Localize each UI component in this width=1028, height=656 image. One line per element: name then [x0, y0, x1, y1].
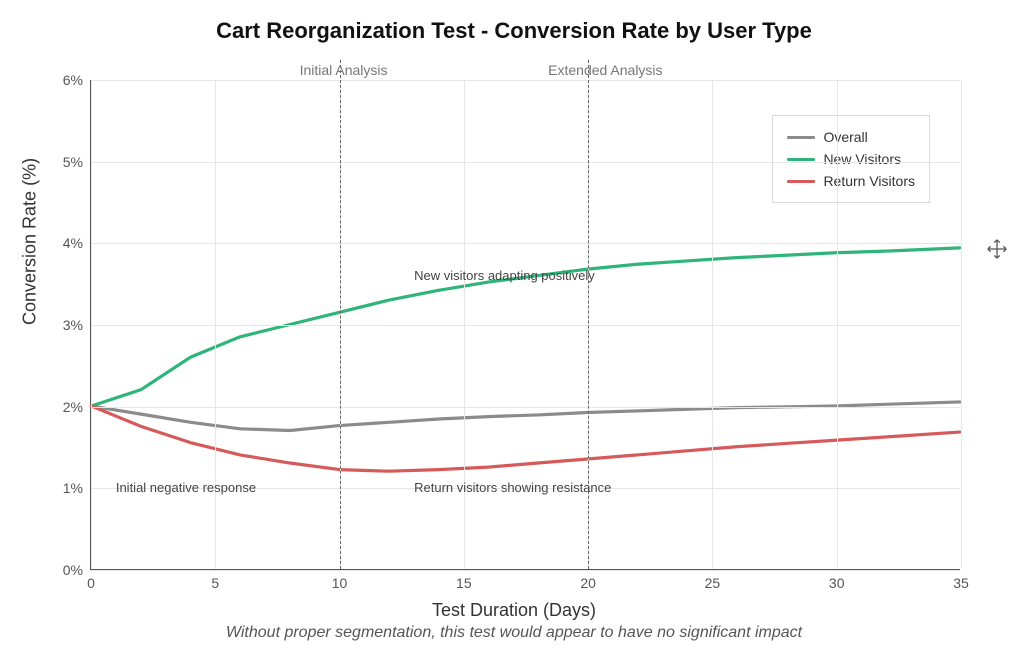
x-tick-label: 15: [456, 575, 472, 591]
grid-line-h: [91, 243, 960, 244]
grid-line-v: [837, 80, 838, 569]
legend-item: New Visitors: [787, 148, 915, 170]
annotation-text: Initial negative response: [116, 480, 256, 495]
reference-line-label: Initial Analysis: [300, 62, 388, 78]
grid-line-v: [91, 80, 92, 569]
y-tick-label: 3%: [63, 317, 83, 333]
legend-item: Return Visitors: [787, 170, 915, 192]
x-tick-label: 25: [705, 575, 721, 591]
x-tick-label: 0: [87, 575, 95, 591]
legend-label: New Visitors: [823, 148, 901, 170]
annotation-text: New visitors adapting positively: [414, 268, 595, 283]
legend-swatch: [787, 180, 815, 183]
move-cursor-icon: [986, 238, 1008, 260]
grid-line-v: [712, 80, 713, 569]
y-tick-label: 0%: [63, 562, 83, 578]
grid-line-h: [91, 407, 960, 408]
chart-container: Cart Reorganization Test - Conversion Ra…: [0, 0, 1028, 656]
y-tick-label: 4%: [63, 235, 83, 251]
chart-title: Cart Reorganization Test - Conversion Ra…: [0, 18, 1028, 44]
annotation-text: Return visitors showing resistance: [414, 480, 611, 495]
y-axis-label: Conversion Rate (%): [20, 158, 41, 325]
grid-line-v: [464, 80, 465, 569]
grid-line-h: [91, 162, 960, 163]
x-tick-label: 5: [211, 575, 219, 591]
x-tick-label: 10: [332, 575, 348, 591]
reference-line-label: Extended Analysis: [548, 62, 662, 78]
x-tick-label: 30: [829, 575, 845, 591]
reference-line: [340, 60, 341, 569]
y-tick-label: 5%: [63, 154, 83, 170]
y-tick-label: 6%: [63, 72, 83, 88]
legend-swatch: [787, 158, 815, 161]
y-tick-label: 2%: [63, 399, 83, 415]
x-axis-label: Test Duration (Days): [0, 600, 1028, 621]
legend-swatch: [787, 136, 815, 139]
grid-line-h: [91, 325, 960, 326]
x-tick-label: 20: [580, 575, 596, 591]
legend-item: Overall: [787, 126, 915, 148]
plot-area: OverallNew VisitorsReturn Visitors 0%1%2…: [90, 80, 960, 570]
x-tick-label: 35: [953, 575, 969, 591]
grid-line-v: [961, 80, 962, 569]
legend-label: Overall: [823, 126, 867, 148]
grid-line-v: [215, 80, 216, 569]
grid-line-h: [91, 80, 960, 81]
chart-subtitle: Without proper segmentation, this test w…: [0, 624, 1028, 642]
legend: OverallNew VisitorsReturn Visitors: [772, 115, 930, 203]
y-tick-label: 1%: [63, 480, 83, 496]
grid-line-h: [91, 570, 960, 571]
